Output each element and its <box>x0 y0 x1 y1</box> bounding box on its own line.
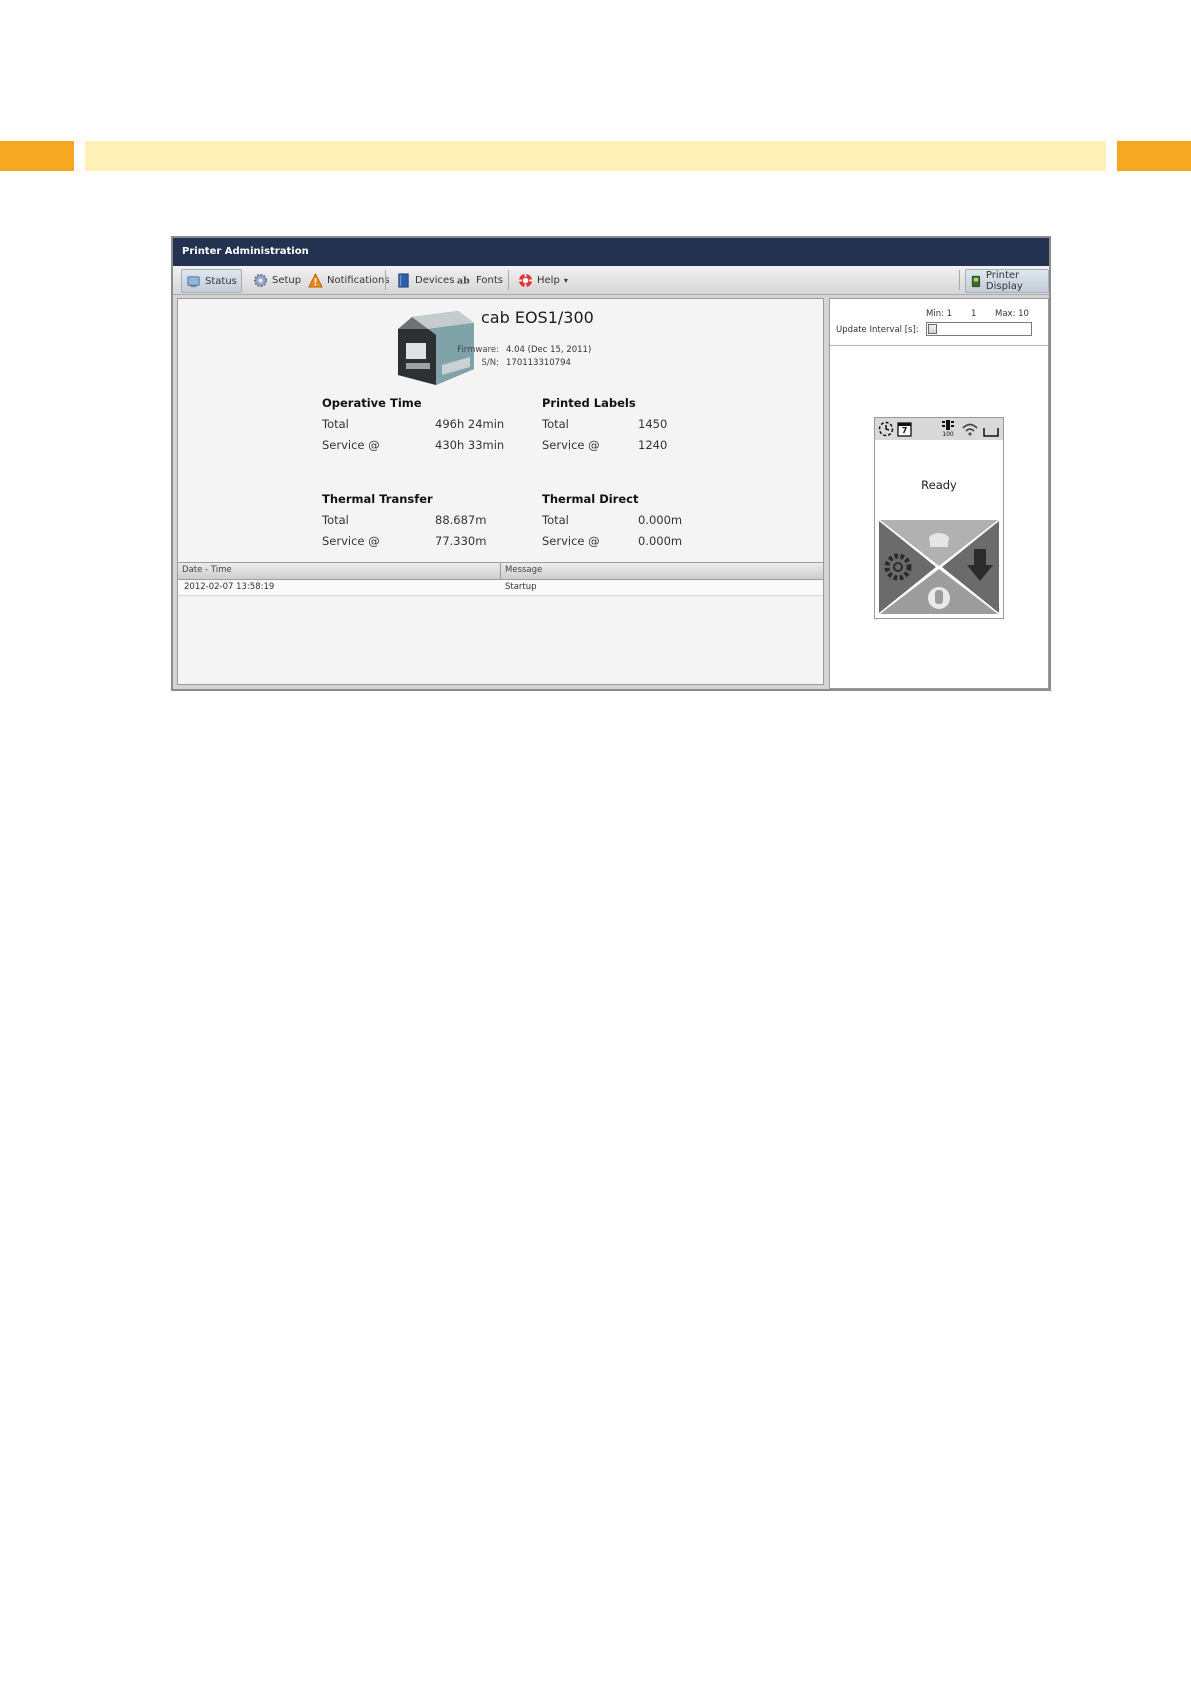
operative-time-total: 496h 24min <box>435 417 505 431</box>
lifebuoy-icon <box>518 273 533 287</box>
table-row[interactable]: 2012-02-07 13:58:19 Startup <box>178 580 823 596</box>
log-header: Date - Time Message <box>178 562 823 580</box>
status-pane: cab EOS1/300 Firmware: 4.04 (Dec 15, 201… <box>177 298 824 685</box>
devices-label: Devices <box>415 274 455 286</box>
printed-labels-service-label: Service @ <box>542 438 600 452</box>
toolbar-separator <box>508 270 509 290</box>
interval-label: Update Interval [s]: <box>836 325 919 335</box>
printer-admin-window: Printer Administration Status Setup Noti… <box>171 236 1051 691</box>
thermal-transfer-service: 77.330m <box>435 534 487 548</box>
log-message: Startup <box>505 582 537 592</box>
update-interval-control: Min: 1 1 Max: 10 Update Interval [s]: <box>830 299 1048 346</box>
printed-labels-total: 1450 <box>638 417 668 431</box>
operative-time-service: 430h 33min <box>435 438 505 452</box>
memory-icon: 100 <box>939 419 957 439</box>
chevron-down-icon: ▾ <box>563 275 568 285</box>
calendar-day: 7 <box>901 426 908 435</box>
fonts-button[interactable]: ab Fonts <box>453 269 507 291</box>
printed-labels-total-label: Total <box>542 417 569 431</box>
printed-labels-heading: Printed Labels <box>542 396 636 410</box>
help-button[interactable]: Help ▾ <box>514 269 572 291</box>
serial-value: 170113310794 <box>506 358 571 368</box>
column-divider[interactable] <box>500 563 501 579</box>
thermal-direct-service: 0.000m <box>638 534 683 548</box>
lcd-control-pad <box>879 520 999 614</box>
printer-display-button[interactable]: Printer Display <box>965 269 1049 293</box>
thermal-transfer-total: 88.687m <box>435 513 487 527</box>
interval-current-value: 1 <box>971 309 977 319</box>
firmware-value: 4.04 (Dec 15, 2011) <box>506 345 592 355</box>
log-column-datetime[interactable]: Date - Time <box>182 565 232 575</box>
toolbar-separator <box>385 270 386 290</box>
lcd-status-bar: 7 100 <box>875 418 1003 440</box>
firmware-label: Firmware: <box>457 345 499 355</box>
svg-text:ab: ab <box>457 275 470 286</box>
notifications-label: Notifications <box>327 274 390 286</box>
header-band-right <box>1117 141 1191 171</box>
warning-icon <box>308 272 323 288</box>
calendar-icon: 7 <box>897 421 912 437</box>
devices-button[interactable]: Devices <box>392 269 458 291</box>
status-label: Status <box>205 275 237 287</box>
operative-time-heading: Operative Time <box>322 396 422 410</box>
memory-value: 100 <box>942 431 954 438</box>
status-button[interactable]: Status <box>181 269 242 293</box>
thermal-transfer-heading: Thermal Transfer <box>322 492 433 506</box>
toolbar-separator <box>959 270 960 290</box>
printer-display-label: Printer Display <box>985 270 1023 292</box>
fonts-icon: ab <box>457 275 470 286</box>
interval-max-label: Max: 10 <box>995 309 1029 319</box>
interval-slider-track[interactable] <box>926 322 1032 336</box>
printer-lcd-display: 7 100 Ready <box>874 417 1004 619</box>
setup-button[interactable]: Setup <box>249 269 305 291</box>
wifi-icon <box>962 423 978 436</box>
printer-model: cab EOS1/300 <box>481 308 594 327</box>
operative-time-service-label: Service @ <box>322 438 380 452</box>
header-band-middle <box>85 141 1106 171</box>
printer-status-text: Ready <box>921 478 957 492</box>
fonts-label: Fonts <box>476 274 503 286</box>
window-title: Printer Administration <box>173 238 1049 266</box>
tray-icon <box>983 428 999 437</box>
toolbar-separator <box>241 270 242 290</box>
display-icon <box>971 275 981 287</box>
printer-display-pane: Min: 1 1 Max: 10 Update Interval [s]: 7 … <box>829 298 1049 689</box>
status-icon <box>187 275 200 287</box>
printed-labels-service: 1240 <box>638 438 668 452</box>
thermal-transfer-total-label: Total <box>322 513 349 527</box>
header-band-left <box>0 141 74 171</box>
notifications-button[interactable]: Notifications <box>304 269 394 291</box>
setup-label: Setup <box>272 274 302 286</box>
log-datetime: 2012-02-07 13:58:19 <box>184 582 275 592</box>
thermal-direct-heading: Thermal Direct <box>542 492 639 506</box>
clock-icon <box>878 421 894 437</box>
interval-slider-thumb[interactable] <box>928 324 937 334</box>
operative-time-total-label: Total <box>322 417 349 431</box>
device-book-icon <box>398 272 409 288</box>
thermal-direct-service-label: Service @ <box>542 534 600 548</box>
thermal-transfer-service-label: Service @ <box>322 534 380 548</box>
interval-min-label: Min: 1 <box>926 309 953 319</box>
gear-icon <box>253 273 268 287</box>
serial-label: S/N: <box>481 358 499 368</box>
thermal-direct-total: 0.000m <box>638 513 683 527</box>
log-column-message[interactable]: Message <box>505 565 542 575</box>
toolbar: Status Setup Notifications Devices ab Fo… <box>173 266 1049 295</box>
thermal-direct-total-label: Total <box>542 513 569 527</box>
event-log-table: Date - Time Message 2012-02-07 13:58:19 … <box>178 562 823 596</box>
help-label: Help <box>537 274 560 286</box>
